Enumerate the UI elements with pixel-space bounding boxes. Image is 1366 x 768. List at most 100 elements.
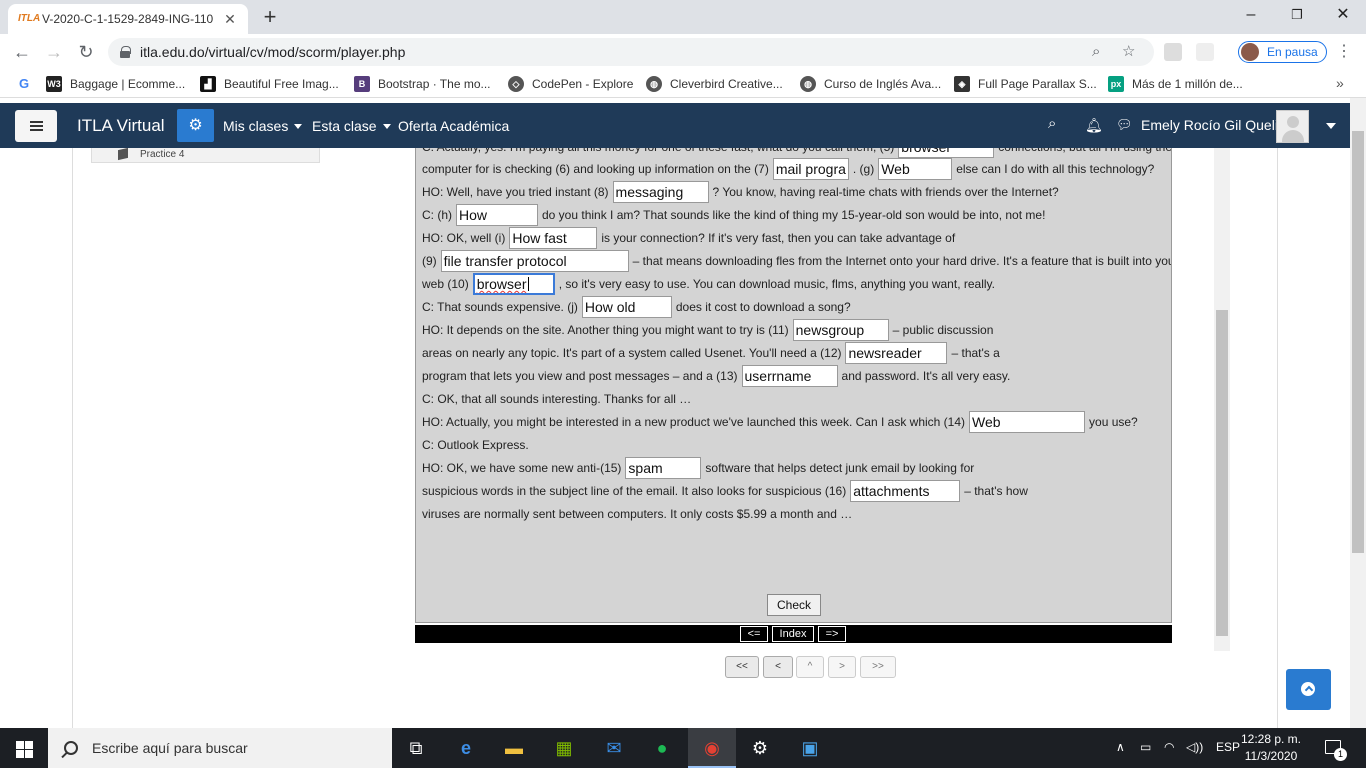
- browser-menu-icon[interactable]: ⋮: [1336, 42, 1352, 62]
- chrome-icon[interactable]: ◉: [688, 728, 736, 768]
- answer-input[interactable]: userrname: [741, 365, 838, 387]
- language-indicator[interactable]: ESP: [1216, 740, 1240, 754]
- exercise-text: – that means downloading fles from the I…: [632, 254, 1172, 268]
- browser-tab-strip: ITLA V-2020-C-1-1529-2849-ING-110 ✕ + – …: [0, 0, 1366, 34]
- frame-scrollbar-thumb[interactable]: [1216, 310, 1228, 636]
- exercise-text: (9): [422, 254, 437, 268]
- close-tab-icon[interactable]: ✕: [222, 11, 238, 27]
- frame-scrollbar[interactable]: [1214, 148, 1230, 651]
- pager-up-button[interactable]: ^: [796, 656, 824, 678]
- battery-icon[interactable]: ▭: [1140, 740, 1151, 754]
- back-button[interactable]: ←: [8, 38, 36, 66]
- bookmark-item[interactable]: ◍ Cleverbird Creative...: [646, 75, 783, 93]
- zoom-icon[interactable]: ⌕: [1092, 38, 1100, 66]
- avatar[interactable]: [1276, 110, 1309, 143]
- apps-icon[interactable]: G: [16, 75, 40, 93]
- task-view-icon[interactable]: ⧉: [392, 728, 440, 768]
- file-explorer-icon[interactable]: ▬: [490, 728, 538, 768]
- reload-button[interactable]: ↻: [72, 38, 100, 66]
- answer-input[interactable]: newsgroup: [792, 319, 889, 341]
- edge-icon[interactable]: e: [442, 728, 490, 768]
- user-menu-chevron-down-icon[interactable]: [1326, 123, 1336, 129]
- bookmark-item[interactable]: px Más de 1 millón de...: [1108, 75, 1243, 93]
- index-button[interactable]: Index: [772, 626, 814, 642]
- volume-icon[interactable]: ◁)): [1186, 740, 1203, 754]
- site-brand[interactable]: ITLA Virtual: [77, 116, 165, 136]
- answer-input[interactable]: messaging: [612, 181, 709, 203]
- taskbar-search-input[interactable]: Escribe aquí para buscar: [48, 728, 392, 768]
- scorm-navigation-bar: <= Index =>: [415, 625, 1172, 643]
- text-cursor: [528, 277, 530, 291]
- forward-button[interactable]: →: [40, 38, 68, 66]
- pager-prev-button[interactable]: <: [763, 656, 793, 678]
- new-tab-button[interactable]: +: [258, 6, 282, 30]
- settings-cog-icon[interactable]: ⚙: [177, 109, 214, 142]
- toc-item-practice-4[interactable]: Practice 4: [91, 147, 320, 163]
- profile-button[interactable]: En pausa: [1238, 41, 1327, 63]
- exercise-line: web (10) browser , so it's very easy to us…: [422, 273, 995, 295]
- wifi-icon[interactable]: ◠: [1164, 740, 1174, 754]
- bookmark-item[interactable]: ◇ CodePen - Explore: [508, 75, 633, 93]
- taskbar-clock[interactable]: 12:28 p. m. 11/3/2020: [1238, 731, 1304, 765]
- extension-icon[interactable]: [1164, 43, 1182, 61]
- nav-esta-clase[interactable]: Esta clase: [312, 118, 391, 134]
- remote-desktop-icon[interactable]: ▣: [786, 728, 834, 768]
- answer-input[interactable]: browser: [472, 273, 555, 295]
- bookmark-item[interactable]: W3 Baggage | Ecomme...: [46, 75, 185, 93]
- answer-input[interactable]: newsreader: [845, 342, 948, 364]
- browser-tab[interactable]: ITLA V-2020-C-1-1529-2849-ING-110 ✕: [8, 4, 248, 34]
- nav-mis-clases[interactable]: Mis clases: [223, 118, 303, 134]
- previous-page-button[interactable]: <=: [740, 626, 768, 642]
- settings-gear-icon[interactable]: ⚙: [736, 728, 784, 768]
- page-scrollbar-thumb[interactable]: [1352, 131, 1364, 553]
- exercise-text: software that helps detect junk email by…: [705, 461, 975, 475]
- answer-input[interactable]: mail progra: [772, 158, 849, 180]
- chevron-up-icon[interactable]: ∧: [1116, 740, 1125, 754]
- user-name[interactable]: Emely Rocío Gil Queliz: [1141, 117, 1285, 133]
- answer-input[interactable]: How: [456, 204, 538, 226]
- answer-input[interactable]: Web: [878, 158, 953, 180]
- pager-first-button[interactable]: <<: [725, 656, 759, 678]
- lock-icon[interactable]: [120, 46, 131, 58]
- nav-oferta-academica[interactable]: Oferta Académica: [398, 118, 509, 134]
- site-navbar: ITLA Virtual ⚙ Mis clases Esta clase Ofe…: [0, 103, 1350, 148]
- restore-button[interactable]: ❐: [1274, 0, 1320, 30]
- profile-avatar: [1241, 43, 1259, 61]
- bookmark-item[interactable]: ▟ Beautiful Free Imag...: [200, 75, 339, 93]
- bookmark-item[interactable]: ◈ Full Page Parallax S...: [954, 75, 1097, 93]
- address-bar[interactable]: itla.edu.do/virtual/cv/mod/scorm/player.…: [108, 38, 1154, 66]
- answer-input[interactable]: Web: [969, 411, 1086, 433]
- minimize-button[interactable]: –: [1228, 0, 1274, 30]
- windows-start-button[interactable]: [0, 728, 48, 768]
- answer-input[interactable]: How fast: [509, 227, 598, 249]
- answer-input[interactable]: browser: [898, 148, 995, 158]
- exercise-line: C: OK, that all sounds interesting. Than…: [422, 388, 691, 410]
- menu-toggle-button[interactable]: [15, 110, 57, 142]
- messages-icon[interactable]: 💬︎: [1116, 117, 1133, 133]
- bookmark-item[interactable]: B Bootstrap · The mo...: [354, 75, 491, 93]
- bookmark-item[interactable]: ◍ Curso de Inglés Ava...: [800, 75, 941, 93]
- pager-last-button[interactable]: >>: [860, 656, 896, 678]
- more-bookmarks-icon[interactable]: »: [1336, 75, 1344, 91]
- next-page-button[interactable]: =>: [818, 626, 846, 642]
- unsplash-icon: ▟: [200, 76, 216, 92]
- exercise-line: HO: Well, have you tried instant (8) mess…: [422, 181, 1059, 203]
- answer-input[interactable]: How old: [581, 296, 672, 318]
- exercise-text: HO: It depends on the site. Another thin…: [422, 323, 789, 337]
- mail-icon[interactable]: ✉: [590, 728, 638, 768]
- exercise-text: HO: OK, well (i): [422, 231, 506, 245]
- answer-input[interactable]: spam: [625, 457, 702, 479]
- notifications-bell-icon[interactable]: 🔔︎: [1085, 117, 1103, 134]
- answer-input[interactable]: attachments: [850, 480, 961, 502]
- check-button[interactable]: Check: [767, 594, 821, 616]
- pager-next-button[interactable]: >: [828, 656, 856, 678]
- bookmark-star-icon[interactable]: ☆: [1122, 38, 1135, 66]
- extension-icon[interactable]: [1196, 43, 1214, 61]
- page-scrollbar[interactable]: [1350, 98, 1366, 728]
- close-window-button[interactable]: ✕: [1320, 0, 1366, 30]
- back-to-top-button[interactable]: [1286, 669, 1331, 710]
- search-icon[interactable]: ⌕: [1048, 115, 1056, 132]
- store-icon[interactable]: ▦: [540, 728, 588, 768]
- answer-input[interactable]: file transfer protocol: [440, 250, 629, 272]
- spotify-icon[interactable]: ●: [638, 728, 686, 768]
